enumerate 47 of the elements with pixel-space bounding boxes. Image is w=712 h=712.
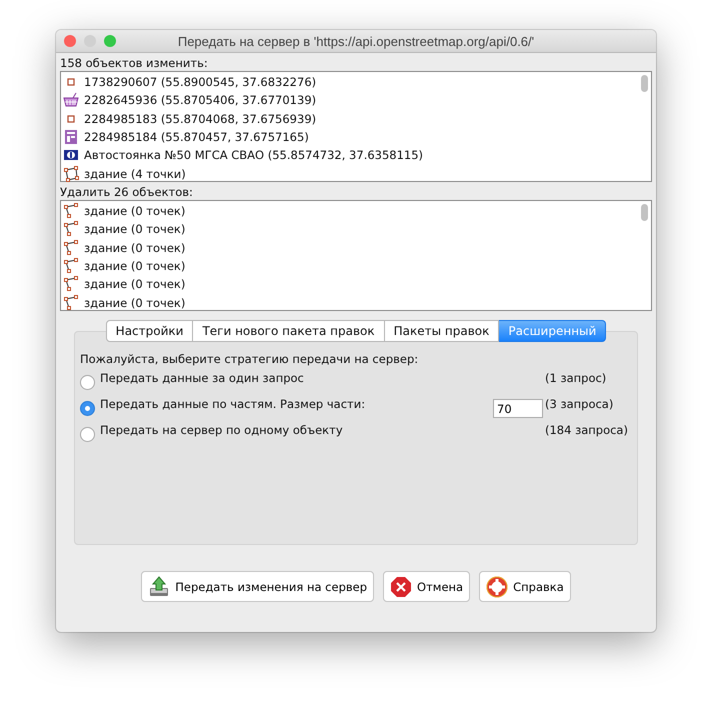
lifebuoy-icon [486,576,508,598]
radio-button[interactable] [80,401,95,416]
way-icon [63,276,79,292]
way-icon [63,203,79,220]
list-item[interactable]: здание (0 точек) [84,277,186,292]
radio-button[interactable] [80,375,95,390]
list-item[interactable]: здание (0 точек) [84,259,186,274]
list-item[interactable]: 2282645936 (55.8705406, 37.6770139) [84,93,316,108]
sign-board-icon [63,129,79,146]
minimize-button[interactable] [84,35,96,47]
list-item[interactable]: 2284985183 (55.8704068, 37.6756939) [84,112,316,126]
close-button[interactable] [64,35,76,47]
upload-icon [148,576,170,598]
request-count: (1 запрос) [545,371,608,385]
option-label[interactable]: Передать данные за один запрос [100,371,493,385]
list-item[interactable]: здание (4 точки) [84,166,186,181]
tab[interactable]: Пакеты правок [384,320,500,342]
request-count: (3 запроса) [545,397,614,411]
way-icon [63,221,79,238]
cancel-button[interactable]: Отмена [383,571,470,602]
tab[interactable]: Настройки [106,320,194,342]
tab[interactable]: Теги нового пакета правок [193,320,385,342]
prompt-text: Пожалуйста, выберите стратегию передачи на сервер: [80,352,420,367]
list-item[interactable]: здание (0 точек) [84,240,186,255]
section-label: Удалить 26 объектов: [60,185,194,200]
request-count: (184 запроса) [545,423,629,437]
scrollbar-thumb[interactable] [641,75,648,92]
radio-button[interactable] [80,427,95,442]
scrollbar-thumb[interactable] [641,204,648,221]
zoom-button[interactable] [104,35,116,47]
help-button[interactable]: Справка [479,571,571,602]
list-item[interactable]: 1738290607 (55.8900545, 37.6832276) [84,75,316,90]
list-item[interactable]: Автостоянка №50 МГСА СВАО (55.8574732, 37.6358115) [84,148,424,162]
option-label[interactable]: Передать данные по частям. Размер части: [100,397,493,411]
section-label: 158 объектов изменить: [60,56,209,71]
option-label[interactable]: Передать на сервер по одному объекту [100,423,493,437]
list-item[interactable]: здание (0 точек) [84,222,186,236]
chunk-size-field[interactable]: 70 [493,399,543,418]
basket-icon [63,92,79,108]
stop-icon [390,576,412,598]
way-icon [63,258,79,274]
list-item[interactable]: здание (0 точек) [84,204,186,218]
list-item[interactable]: 2284985184 (55.870457, 37.6757165) [84,130,309,144]
window-title: Передать на сервер в 'https://api.openstreetmap.org/api/0.6/' [178,34,534,48]
way-icon [63,240,79,256]
list-item[interactable]: здание (0 точек) [84,296,186,310]
upload-button[interactable]: Передать изменения на сервер [141,571,374,602]
